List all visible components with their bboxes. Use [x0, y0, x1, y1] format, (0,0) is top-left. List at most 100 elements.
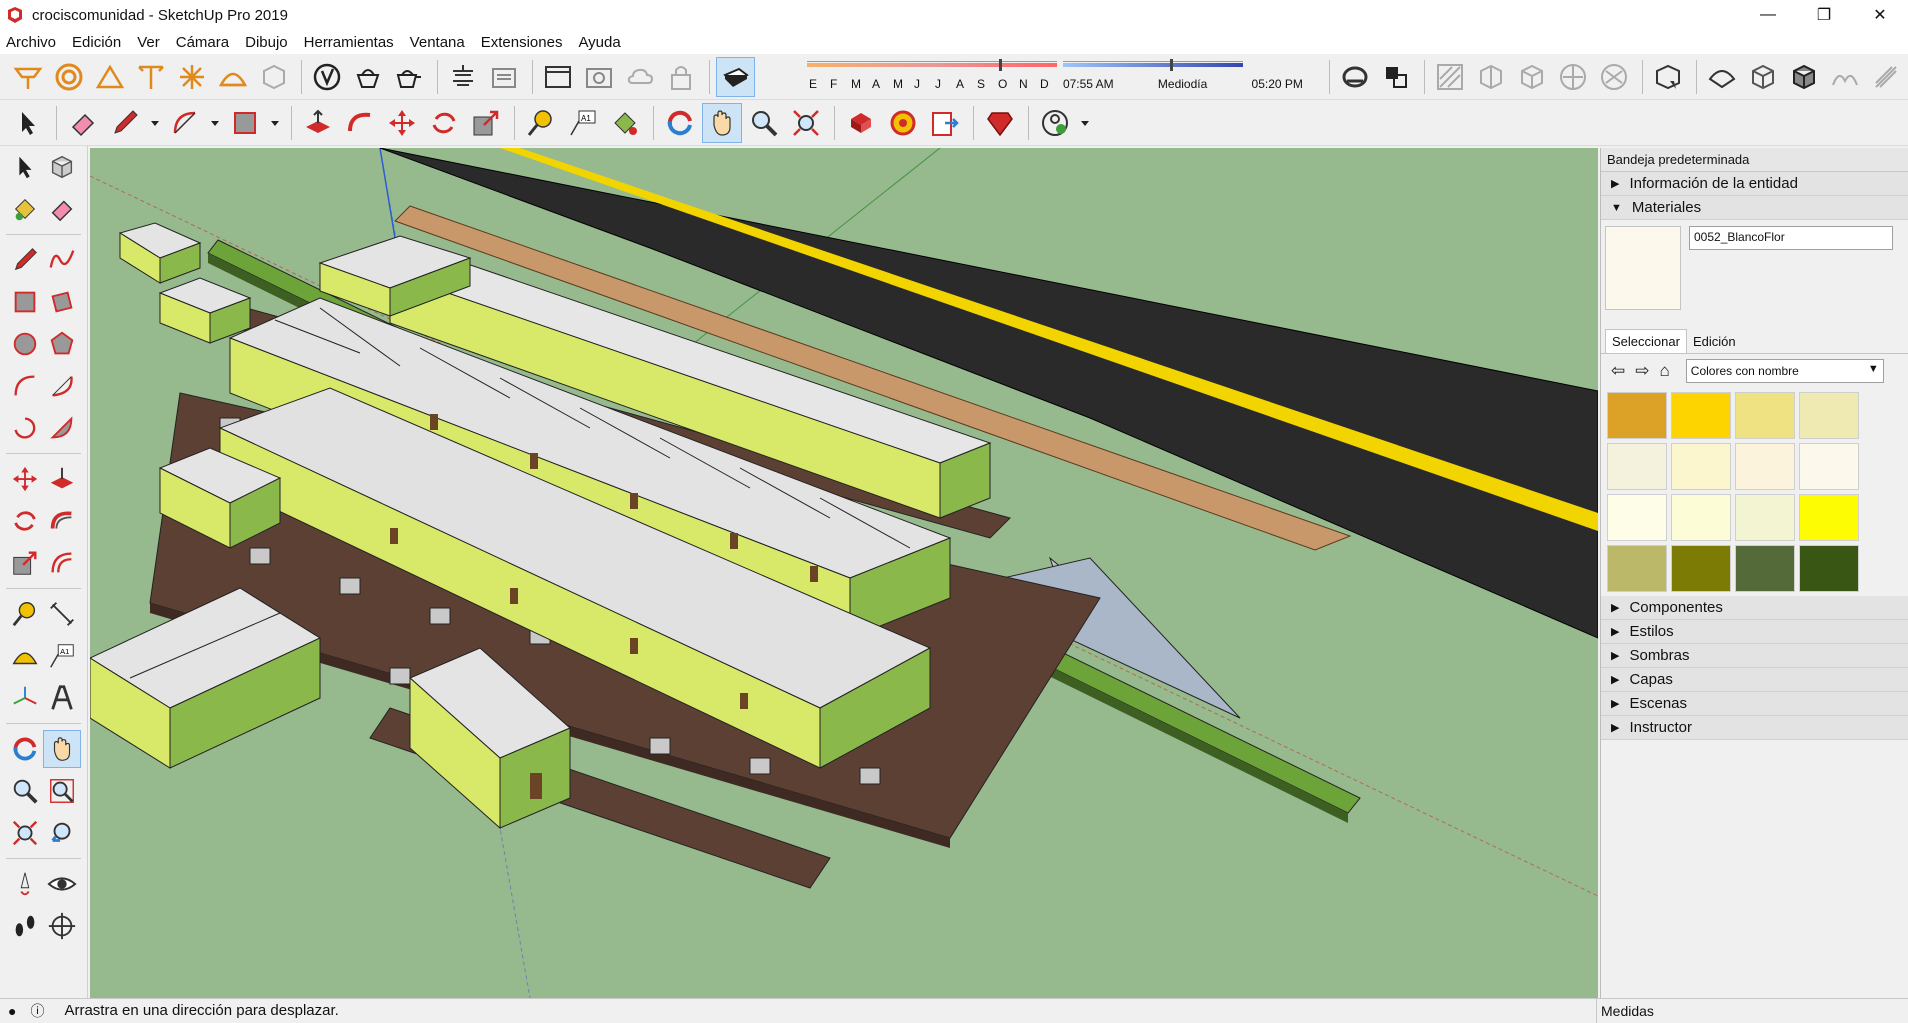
- swatch[interactable]: [1671, 392, 1731, 439]
- swatch[interactable]: [1607, 545, 1667, 592]
- shadows-toggle-icon[interactable]: [715, 56, 755, 97]
- move-icon[interactable]: [382, 103, 422, 143]
- front-view-icon[interactable]: [90, 57, 129, 97]
- previous-view-icon[interactable]: [44, 814, 82, 852]
- rotate-icon[interactable]: [424, 103, 464, 143]
- menu-ayuda[interactable]: Ayuda: [578, 34, 620, 51]
- axes-tool-icon[interactable]: [6, 679, 44, 717]
- lock-icon[interactable]: [662, 57, 701, 97]
- swatch[interactable]: [1607, 392, 1667, 439]
- tab-edit[interactable]: Edición: [1687, 330, 1742, 353]
- arc-dropdown-icon[interactable]: [207, 103, 223, 143]
- tray-entity-info[interactable]: ▶ Información de la entidad: [1601, 172, 1908, 196]
- forward-arrow-icon[interactable]: ⇨: [1635, 361, 1649, 381]
- rotate-tool-icon[interactable]: [6, 502, 44, 540]
- ruby-console-icon[interactable]: [980, 103, 1020, 143]
- swatch[interactable]: [1735, 494, 1795, 541]
- 3d-text-tool-icon[interactable]: [44, 679, 82, 717]
- bottom-view-icon[interactable]: [254, 57, 293, 97]
- tray-components[interactable]: ▶ Componentes: [1601, 596, 1908, 620]
- three-point-arc-icon[interactable]: [6, 409, 44, 447]
- left-view-icon[interactable]: [213, 57, 252, 97]
- scale-tool-icon[interactable]: [6, 544, 44, 582]
- circle-tool-icon[interactable]: [6, 325, 44, 363]
- component-icon[interactable]: [1744, 57, 1783, 97]
- xray-style-icon[interactable]: [308, 57, 347, 97]
- swatch[interactable]: [1799, 545, 1859, 592]
- swatch[interactable]: [1671, 443, 1731, 490]
- select-arrow-icon[interactable]: [8, 103, 48, 143]
- zoom-window-icon[interactable]: [44, 772, 82, 810]
- menu-extensiones[interactable]: Extensiones: [481, 34, 563, 51]
- text-label-tool-icon[interactable]: A1: [44, 637, 82, 675]
- rectangle-icon[interactable]: [225, 103, 265, 143]
- pencil-icon[interactable]: [105, 103, 145, 143]
- account-dropdown-icon[interactable]: [1077, 103, 1093, 143]
- back-view-icon[interactable]: [172, 57, 211, 97]
- pan-tool-icon[interactable]: [43, 730, 81, 768]
- back-edges-icon[interactable]: [1472, 57, 1511, 97]
- geo-location-icon[interactable]: ●: [8, 1003, 16, 1019]
- menu-ventana[interactable]: Ventana: [410, 34, 465, 51]
- menu-edicion[interactable]: Edición: [72, 34, 121, 51]
- line-tool-icon[interactable]: [6, 241, 44, 279]
- xray-view-icon[interactable]: [1431, 57, 1470, 97]
- section-plane-icon[interactable]: [1336, 57, 1375, 97]
- swatch[interactable]: [1799, 494, 1859, 541]
- menu-herramientas[interactable]: Herramientas: [304, 34, 394, 51]
- swatch[interactable]: [1607, 443, 1667, 490]
- swatch[interactable]: [1607, 494, 1667, 541]
- rectangle-dropdown-icon[interactable]: [267, 103, 283, 143]
- cloud-icon[interactable]: [621, 57, 660, 97]
- extension-warehouse-icon[interactable]: [883, 103, 923, 143]
- restore-icon[interactable]: ❐: [1796, 0, 1852, 30]
- zoom-tool-icon[interactable]: [6, 772, 44, 810]
- follow-me-tool-icon[interactable]: [44, 502, 82, 540]
- iso-view-icon[interactable]: [49, 57, 88, 97]
- zoom-extents-icon[interactable]: [786, 103, 826, 143]
- two-point-arc-icon[interactable]: [44, 367, 82, 405]
- eraser-tool-icon[interactable]: [44, 190, 82, 228]
- pencil-dropdown-icon[interactable]: [147, 103, 163, 143]
- pie-tool-icon[interactable]: [44, 409, 82, 447]
- tray-styles[interactable]: ▶ Estilos: [1601, 620, 1908, 644]
- shadow-sliders[interactable]: [763, 57, 1243, 75]
- swatch[interactable]: [1735, 443, 1795, 490]
- select-tool-icon[interactable]: [6, 148, 44, 186]
- material-name-input[interactable]: 0052_BlancoFlor: [1689, 226, 1893, 250]
- scale-icon[interactable]: [466, 103, 506, 143]
- eraser-icon[interactable]: [63, 103, 103, 143]
- freehand-tool-icon[interactable]: [44, 241, 82, 279]
- move-tool-icon[interactable]: [6, 460, 44, 498]
- wireframe-style-icon[interactable]: [349, 57, 388, 97]
- measurements-box[interactable]: Medidas: [1596, 999, 1908, 1023]
- back-arrow-icon[interactable]: ⇦: [1611, 361, 1625, 381]
- tray-scenes[interactable]: ▶ Escenas: [1601, 692, 1908, 716]
- account-icon[interactable]: [1035, 103, 1075, 143]
- section-plane-tool-icon[interactable]: [44, 907, 82, 945]
- tape-measure-tool-icon[interactable]: [6, 595, 44, 633]
- material-swatch[interactable]: [1605, 226, 1681, 310]
- layout-send-icon[interactable]: [925, 103, 965, 143]
- swatch[interactable]: [1671, 494, 1731, 541]
- swatch[interactable]: [1799, 392, 1859, 439]
- tab-select[interactable]: Seleccionar: [1605, 329, 1687, 353]
- model-scene[interactable]: [90, 148, 1598, 998]
- look-around-icon[interactable]: [44, 865, 82, 903]
- push-pull-tool-icon[interactable]: [44, 460, 82, 498]
- wire-box-icon[interactable]: [1513, 57, 1552, 97]
- zoom-extents-tool-icon[interactable]: [6, 814, 44, 852]
- push-pull-icon[interactable]: [298, 103, 338, 143]
- rectangle-tool-icon[interactable]: [6, 283, 44, 321]
- window-icon[interactable]: [539, 57, 578, 97]
- pan-hand-icon[interactable]: [702, 102, 742, 143]
- info-icon[interactable]: ⓘ: [30, 1001, 44, 1021]
- tray-layers[interactable]: ▶ Capas: [1601, 668, 1908, 692]
- warehouse-icon[interactable]: [1649, 57, 1688, 97]
- follow-me-icon[interactable]: [340, 103, 380, 143]
- menu-dibujo[interactable]: Dibujo: [245, 34, 288, 51]
- section-display-icon[interactable]: [1377, 57, 1416, 97]
- rotated-rectangle-icon[interactable]: [44, 283, 82, 321]
- monochrome-style-icon[interactable]: [580, 57, 619, 97]
- orbit-tool-icon[interactable]: [6, 730, 43, 768]
